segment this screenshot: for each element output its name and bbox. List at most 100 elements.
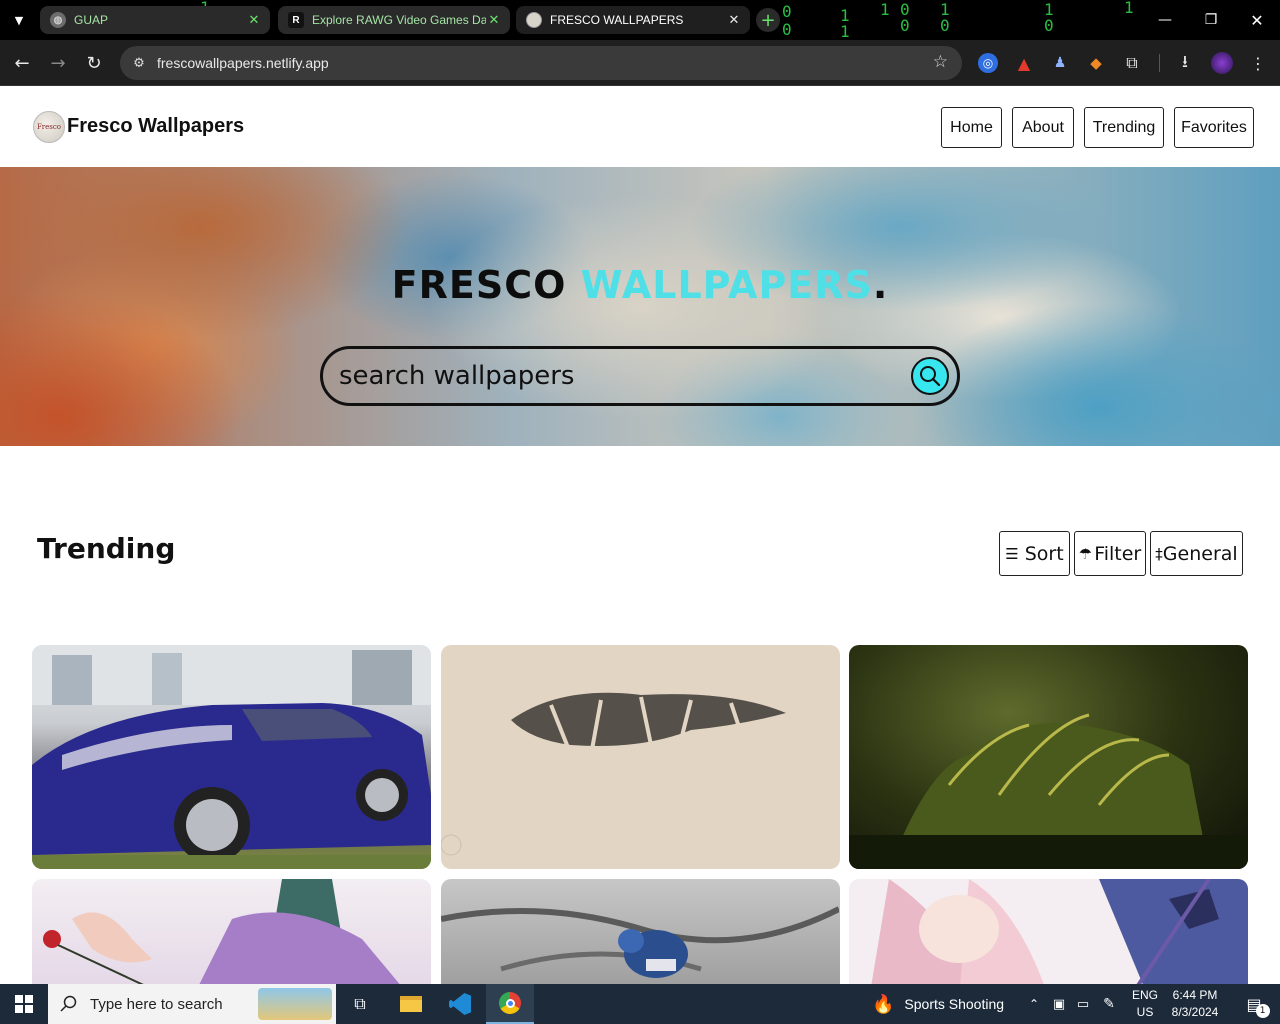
window-close-icon[interactable]: ✕ <box>1234 0 1280 40</box>
nav-about[interactable]: About <box>1012 107 1074 148</box>
matrix-decoration: 1 <box>1124 0 1134 17</box>
sports-icon: 🔥 <box>872 993 895 1015</box>
search-highlight-image <box>258 988 332 1020</box>
close-icon[interactable]: ✕ <box>726 12 742 28</box>
forward-icon[interactable]: → <box>43 48 73 78</box>
bookmark-star-icon[interactable]: ☆ <box>933 52 948 72</box>
menu-kebab-icon[interactable]: ⋮ <box>1248 53 1268 73</box>
notification-count: 1 <box>1255 1003 1270 1018</box>
sort-label: Sort <box>1024 542 1064 565</box>
chrome-taskbar-icon[interactable] <box>486 984 534 1024</box>
nav-home[interactable]: Home <box>941 107 1002 148</box>
url-text[interactable]: frescowallpapers.netlify.app <box>157 55 329 71</box>
region-code: US <box>1136 1005 1154 1019</box>
back-icon[interactable]: ← <box>7 48 37 78</box>
weather-widget[interactable]: 🔥 Sports Shooting <box>872 984 1008 1024</box>
extension-icon[interactable]: ♟ <box>1050 53 1070 73</box>
profile-avatar[interactable] <box>1211 52 1233 74</box>
tab-title: FRESCO WALLPAPERS <box>550 13 684 27</box>
close-icon[interactable]: ✕ <box>246 12 262 28</box>
search-icon <box>920 366 941 387</box>
meet-now-icon[interactable]: ▣ <box>1048 984 1070 1024</box>
restore-icon[interactable]: ❐ <box>1188 0 1234 40</box>
logo-text: Fresco <box>36 123 62 131</box>
hero-title: FRESCO WALLPAPERS. <box>0 263 1280 307</box>
minimize-icon[interactable]: — <box>1142 0 1188 40</box>
toolbar-divider <box>1159 54 1160 72</box>
pen-icon[interactable]: ✎ <box>1098 984 1120 1024</box>
weather-text: Sports Shooting <box>904 996 1005 1012</box>
file-explorer-icon[interactable] <box>389 984 433 1024</box>
extensions-puzzle-icon[interactable]: ⧉ <box>1122 53 1142 73</box>
matrix-decoration: 1 <box>840 22 850 40</box>
search-input[interactable] <box>339 357 899 395</box>
category-label: General <box>1162 542 1238 565</box>
grass-wallpaper-image <box>849 713 1248 869</box>
input-language[interactable]: ENG US <box>1126 984 1164 1024</box>
brand-logo[interactable]: Fresco <box>33 111 65 143</box>
wallpaper-card-anime-knight[interactable] <box>849 879 1248 984</box>
site-header: Fresco Fresco Wallpapers Home About Tren… <box>0 87 1280 167</box>
matrix-decoration: 0 <box>782 20 792 39</box>
graffiti-wallpaper-image <box>441 692 786 856</box>
nav-favorites[interactable]: Favorites <box>1174 107 1254 148</box>
rawg-favicon-icon: R <box>288 12 304 28</box>
tab-title: Explore RAWG Video Games Da <box>312 13 486 27</box>
vscode-icon[interactable] <box>438 984 482 1024</box>
start-button[interactable] <box>0 984 48 1024</box>
hero-title-word: FRESCO <box>391 263 567 307</box>
notification-icon: ▤ 1 <box>1246 995 1270 1018</box>
wallpaper-card-graffiti[interactable] <box>441 645 840 869</box>
network-icon[interactable]: ▭ <box>1072 984 1094 1024</box>
matrix-decoration: 0 <box>1044 16 1054 35</box>
double-dagger-icon: ‡ <box>1155 544 1163 563</box>
wallpaper-card-grass[interactable] <box>849 645 1248 869</box>
search-button[interactable] <box>911 357 949 395</box>
tab-title: GUAP <box>74 13 109 27</box>
fresco-favicon-icon <box>526 12 542 28</box>
category-button[interactable]: ‡ General <box>1150 531 1243 576</box>
task-view-icon[interactable]: ⧉ <box>340 984 380 1024</box>
web-page: Fresco Fresco Wallpapers Home About Tren… <box>0 87 1280 984</box>
sort-lines-icon: ☰ <box>1005 544 1019 563</box>
nav-trending[interactable]: Trending <box>1084 107 1164 148</box>
site-info-icon[interactable]: ⚙ <box>130 54 148 72</box>
extension-icon[interactable]: ◎ <box>978 53 998 73</box>
search-icon <box>60 995 77 1012</box>
metamask-fox-icon[interactable]: ◆ <box>1086 53 1106 73</box>
search-box <box>320 346 960 406</box>
matrix-decoration: 0 <box>782 2 792 21</box>
tab-rawg[interactable]: R Explore RAWG Video Games Da ✕ <box>278 6 510 34</box>
show-hidden-icons[interactable]: ⌃ <box>1024 984 1044 1024</box>
extension-icon[interactable]: ▲ <box>1014 53 1034 73</box>
wallpaper-card-car[interactable] <box>32 645 431 869</box>
sort-button[interactable]: ☰ Sort <box>999 531 1070 576</box>
reload-icon[interactable]: ↻ <box>79 48 109 78</box>
brand-name[interactable]: Fresco Wallpapers <box>67 115 244 138</box>
close-icon[interactable]: ✕ <box>486 12 502 28</box>
bluejay-wallpaper-image <box>441 906 840 978</box>
browser-toolbar: ← → ↻ ⚙ frescowallpapers.netlify.app ☆ ◎… <box>0 40 1280 86</box>
hero-banner: FRESCO WALLPAPERS. <box>0 167 1280 446</box>
browser-tab-strip: 1 1 0 0 1 1 1 0 0 1 0 1 0 1 ▼ ◍ GUAP ✕ R… <box>0 0 1280 40</box>
filter-button[interactable]: ☂ Filter <box>1074 531 1146 576</box>
wallpaper-card-bluejay[interactable] <box>441 879 840 984</box>
download-icon[interactable]: ⭳ <box>1175 52 1195 73</box>
new-tab-button[interactable]: + <box>756 8 780 32</box>
umbrella-icon: ☂ <box>1078 544 1093 563</box>
matrix-decoration: 0 <box>900 16 910 35</box>
tab-search-button[interactable]: ▼ <box>8 10 30 30</box>
hero-title-dot: . <box>872 263 889 307</box>
taskbar-search-placeholder: Type here to search <box>90 995 223 1013</box>
wallpaper-card-anime-rose[interactable] <box>32 879 431 984</box>
clock[interactable]: 6:44 PM 8/3/2024 <box>1166 984 1224 1024</box>
notification-button[interactable]: ▤ 1 <box>1234 984 1274 1024</box>
address-bar[interactable]: ⚙ frescowallpapers.netlify.app ☆ <box>120 46 962 80</box>
taskbar-search-box[interactable]: Type here to search <box>48 984 336 1024</box>
tab-guap[interactable]: ◍ GUAP ✕ <box>40 6 270 34</box>
filter-label: Filter <box>1094 542 1142 565</box>
tab-fresco[interactable]: FRESCO WALLPAPERS ✕ <box>516 6 750 34</box>
os-taskbar: Type here to search ⧉ 🔥 Sports Shooting … <box>0 984 1280 1024</box>
globe-icon: ◍ <box>50 12 66 28</box>
matrix-decoration: 1 <box>880 0 890 19</box>
